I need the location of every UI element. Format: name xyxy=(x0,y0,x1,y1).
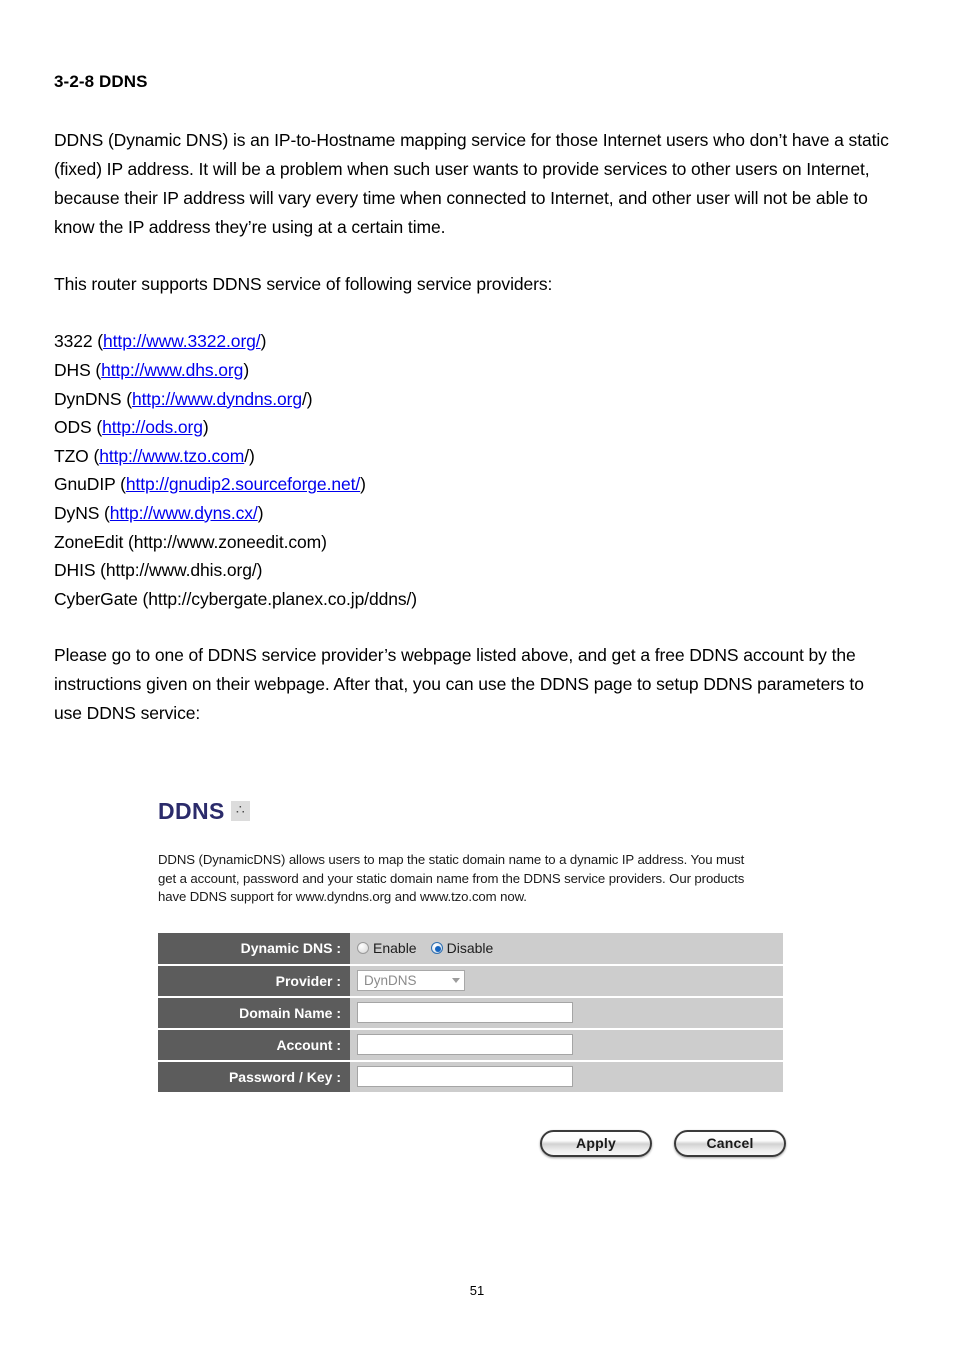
provider-url[interactable]: http://www.dhs.org xyxy=(101,360,243,380)
providers-intro-paragraph: This router supports DDNS service of fol… xyxy=(54,274,553,295)
page-number: 51 xyxy=(469,1283,485,1298)
provider-list-item: TZO (http://www.tzo.com/) xyxy=(54,442,894,471)
provider-url[interactable]: http://ods.org xyxy=(102,417,203,437)
document-page: 3-2-8 DDNS DDNS (Dynamic DNS) is an IP-t… xyxy=(0,0,954,1350)
provider-name: ODS ( xyxy=(54,417,103,438)
disable-radio[interactable] xyxy=(430,942,443,955)
provider-label: Provider : xyxy=(158,964,350,998)
apply-button[interactable]: Apply xyxy=(540,1129,652,1157)
dynamic-dns-value: Enable Disable xyxy=(350,932,783,966)
provider-close-paren: ) xyxy=(411,588,418,609)
enable-radio-label[interactable]: Enable xyxy=(373,941,417,955)
chevron-down-icon xyxy=(452,978,460,984)
table-row-domain-name: Domain Name : xyxy=(158,996,783,1030)
enable-radio[interactable] xyxy=(357,942,369,955)
provider-list-item: ZoneEdit (http://www.zoneedit.com) xyxy=(54,528,894,557)
password-label: Password / Key : xyxy=(158,1060,350,1094)
provider-url: http://cybergate.planex.co.jp/ddns/ xyxy=(148,588,412,609)
account-input[interactable] xyxy=(357,1034,573,1056)
provider-name: CyberGate ( xyxy=(54,588,149,609)
provider-url: http://www.dhis.org/ xyxy=(105,560,257,581)
provider-list-item: DyNS (http://www.dyns.cx/) xyxy=(54,499,894,528)
provider-name: DyNS ( xyxy=(54,502,110,523)
cancel-button[interactable]: Cancel xyxy=(674,1129,786,1157)
password-input[interactable] xyxy=(357,1066,573,1088)
provider-list-item: DynDNS (http://www.dyndns.org/) xyxy=(54,385,894,414)
router-ui-button-row: Apply Cancel xyxy=(158,1129,792,1157)
provider-close-paren: ) xyxy=(260,331,267,352)
provider-select-value: DynDNS xyxy=(364,973,417,989)
password-value xyxy=(350,1060,783,1094)
provider-close-paren: ) xyxy=(257,502,264,523)
provider-name: GnuDIP ( xyxy=(54,474,126,495)
provider-list-item: DHS (http://www.dhs.org) xyxy=(54,356,894,385)
provider-close-paren: ) xyxy=(256,560,263,581)
provider-url[interactable]: http://gnudip2.sourceforge.net/ xyxy=(126,474,360,494)
table-row-password: Password / Key : xyxy=(158,1060,783,1094)
provider-name: DynDNS ( xyxy=(54,388,132,409)
table-row-provider: Provider : DynDNS xyxy=(158,964,783,998)
table-row-dynamic-dns: Dynamic DNS : Enable Disable xyxy=(158,932,783,966)
intro-paragraph: DDNS (Dynamic DNS) is an IP-to-Hostname … xyxy=(54,130,889,238)
provider-value: DynDNS xyxy=(350,964,783,998)
provider-close-paren: ) xyxy=(202,417,209,438)
provider-close-paren: ) xyxy=(243,359,250,380)
provider-list-item: ODS (http://ods.org) xyxy=(54,413,894,442)
closing-paragraph: Please go to one of DDNS service provide… xyxy=(54,645,864,724)
provider-list-item: CyberGate (http://cybergate.planex.co.jp… xyxy=(54,585,894,614)
router-ui-header: DDNS ∴ xyxy=(158,800,792,823)
provider-url[interactable]: http://www.dyndns.org xyxy=(132,389,302,409)
provider-close-paren: ) xyxy=(321,531,327,552)
table-row-account: Account : xyxy=(158,1028,783,1062)
provider-name: ZoneEdit ( xyxy=(54,531,134,552)
help-icon[interactable]: ∴ xyxy=(230,801,250,821)
provider-list-item: DHIS (http://www.dhis.org/) xyxy=(54,556,894,585)
provider-list-item: GnuDIP (http://gnudip2.sourceforge.net/) xyxy=(54,470,894,499)
provider-url[interactable]: http://www.tzo.com xyxy=(99,446,244,466)
section-heading: 3-2-8 DDNS xyxy=(54,72,148,91)
provider-name: 3322 ( xyxy=(54,331,104,352)
domain-name-label: Domain Name : xyxy=(158,996,350,1030)
provider-select[interactable]: DynDNS xyxy=(357,970,465,992)
provider-list: 3322 (http://www.3322.org/) DHS (http://w… xyxy=(54,327,894,613)
router-ui-title: DDNS xyxy=(158,798,225,824)
domain-name-input[interactable] xyxy=(357,1002,573,1024)
router-ui-description: DDNS (DynamicDNS) allows users to map th… xyxy=(158,852,745,905)
router-ui-screenshot: DDNS ∴ DDNS (DynamicDNS) allows users to… xyxy=(158,800,792,1157)
provider-close-paren: /) xyxy=(244,445,255,466)
ddns-settings-table: Dynamic DNS : Enable Disable Provider : xyxy=(158,932,783,1094)
provider-url[interactable]: http://www.3322.org/ xyxy=(103,331,261,351)
provider-name: DHIS ( xyxy=(54,560,106,581)
provider-name: TZO ( xyxy=(54,445,100,466)
account-value xyxy=(350,1028,783,1062)
disable-radio-label[interactable]: Disable xyxy=(447,941,494,955)
provider-name: DHS ( xyxy=(54,359,102,380)
provider-url: http://www.zoneedit.com xyxy=(133,531,322,552)
domain-name-value xyxy=(350,996,783,1030)
provider-close-paren: /) xyxy=(302,388,313,409)
provider-list-item: 3322 (http://www.3322.org/) xyxy=(54,327,894,356)
provider-url[interactable]: http://www.dyns.cx/ xyxy=(110,503,258,523)
dynamic-dns-label: Dynamic DNS : xyxy=(158,932,350,966)
document-body: 3-2-8 DDNS DDNS (Dynamic DNS) is an IP-t… xyxy=(54,72,894,756)
provider-close-paren: ) xyxy=(360,474,366,495)
account-label: Account : xyxy=(158,1028,350,1062)
